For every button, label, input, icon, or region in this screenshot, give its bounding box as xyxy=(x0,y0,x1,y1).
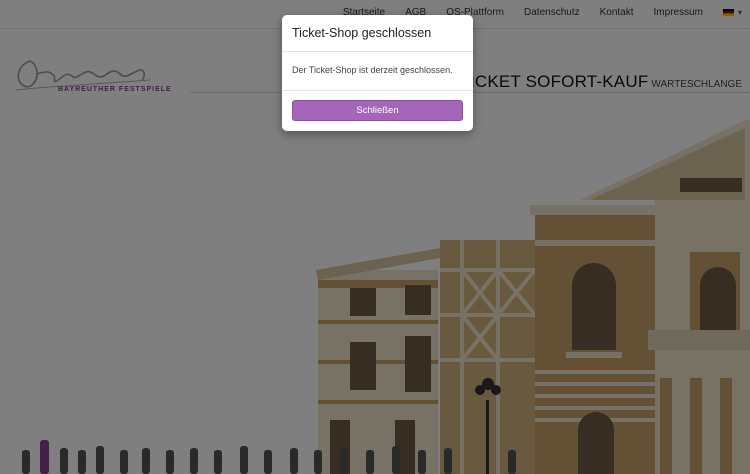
modal-body: Der Ticket-Shop ist derzeit geschlossen. xyxy=(282,52,473,91)
ticket-shop-closed-dialog: Ticket-Shop geschlossen Der Ticket-Shop … xyxy=(282,15,473,131)
modal-header: Ticket-Shop geschlossen xyxy=(282,15,473,52)
page: Startseite AGB OS-Plattform Datenschutz … xyxy=(0,0,750,474)
modal-message: Der Ticket-Shop ist derzeit geschlossen. xyxy=(292,65,453,75)
modal-title: Ticket-Shop geschlossen xyxy=(292,26,432,40)
close-button[interactable]: Schließen xyxy=(292,100,463,121)
